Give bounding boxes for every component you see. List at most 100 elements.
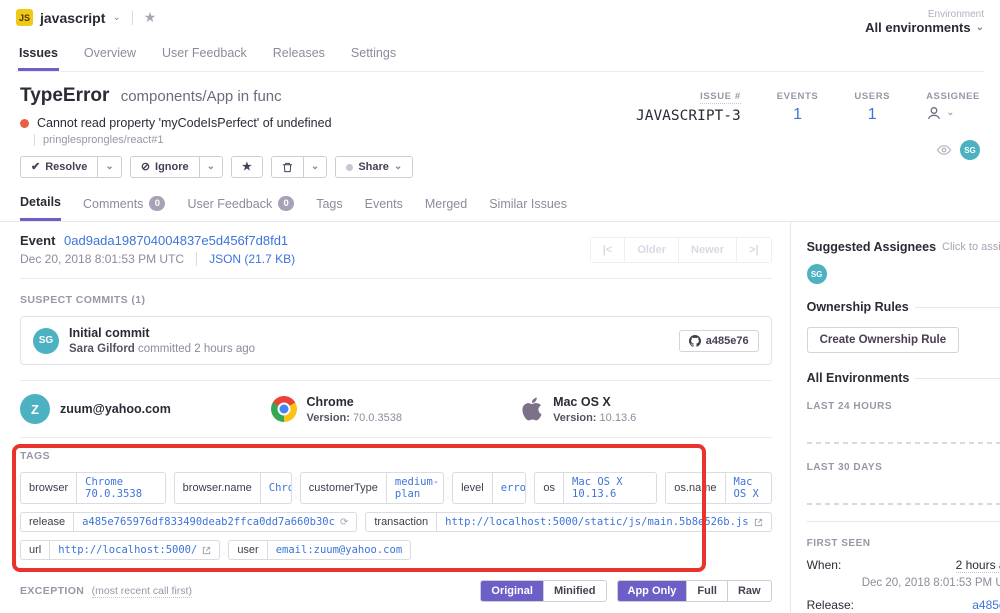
eye-icon xyxy=(936,144,952,156)
first-seen-relative: 2 hours ago xyxy=(956,558,1000,573)
exception-header: EXCEPTION (most recent call first) Origi… xyxy=(20,580,772,602)
pagination-newer-button[interactable]: Newer xyxy=(678,238,736,262)
issue-annotation[interactable]: pringlesprongles/react#1 xyxy=(34,134,413,146)
pagination-older-button[interactable]: Older xyxy=(624,238,678,262)
suggested-assignee-avatar[interactable]: SG xyxy=(807,264,827,284)
delete-button-group: ⌄ xyxy=(271,156,327,178)
toggle-full[interactable]: Full xyxy=(686,581,727,601)
tag-value-link[interactable]: http://localhost:5000/static/js/main.5b8… xyxy=(436,513,770,531)
ban-icon: ⊘ xyxy=(141,162,150,173)
resolve-button[interactable]: ✔ Resolve xyxy=(21,157,97,177)
os-version-label: Version: xyxy=(553,412,596,424)
first-seen-release-link[interactable]: a485e76 xyxy=(972,598,1000,612)
os-version: 10.13.6 xyxy=(600,412,637,424)
nav-tab-user-feedback[interactable]: User Feedback xyxy=(161,42,248,71)
source-toggle-group: Original Minified xyxy=(480,580,606,602)
tag-value-link[interactable]: Chrome xyxy=(260,473,292,503)
toggle-original[interactable]: Original xyxy=(481,581,543,601)
users-count-link[interactable]: 1 xyxy=(854,106,890,124)
tab-tags[interactable]: Tags xyxy=(316,188,342,221)
commit-author-avatar: SG xyxy=(33,328,59,354)
share-button-group: Share ⌄ xyxy=(335,156,413,178)
nav-tab-overview[interactable]: Overview xyxy=(83,42,137,71)
tag-row: browserChrome 70.0.3538 browser.nameChro… xyxy=(20,472,772,504)
tab-events[interactable]: Events xyxy=(365,188,403,221)
tag-value-link[interactable]: medium-plan xyxy=(386,473,444,503)
star-button[interactable]: ★ xyxy=(232,157,262,177)
tag-key: url xyxy=(21,541,49,559)
tag-value-link[interactable]: Mac OS X 10.13.6 xyxy=(563,473,656,503)
resolve-dropdown-button[interactable]: ⌄ xyxy=(97,157,120,177)
delete-button[interactable] xyxy=(272,157,303,177)
tag-key: customerType xyxy=(301,473,386,503)
tab-merged[interactable]: Merged xyxy=(425,188,467,221)
tag-value-link[interactable]: error xyxy=(492,473,527,503)
toggle-minified[interactable]: Minified xyxy=(543,581,606,601)
bookmark-star-icon[interactable]: ★ xyxy=(144,9,157,26)
commit-sha-button[interactable]: a485e76 xyxy=(679,330,759,352)
delete-dropdown-button[interactable]: ⌄ xyxy=(303,157,326,177)
tag-value-link[interactable]: Mac OS X xyxy=(725,473,771,503)
nav-tab-issues[interactable]: Issues xyxy=(18,42,59,71)
ignore-button[interactable]: ⊘ Ignore xyxy=(131,157,199,177)
tag-os-name: os.nameMac OS X xyxy=(665,472,771,504)
events-count-link[interactable]: 1 xyxy=(777,106,819,124)
commit-byline-text: committed 2 hours ago xyxy=(138,343,255,355)
project-selector[interactable]: JS javascript ⌄ ★ xyxy=(16,9,156,26)
divider xyxy=(915,307,1000,308)
first-seen-release-row: Release: a485e76 xyxy=(807,598,1000,612)
tag-value-link[interactable]: Chrome 70.0.3538 xyxy=(76,473,165,503)
issue-message: Cannot read property 'myCodeIsPerfect' o… xyxy=(37,116,332,130)
nav-tab-releases[interactable]: Releases xyxy=(272,42,326,71)
tag-key: user xyxy=(229,541,266,559)
tab-details[interactable]: Details xyxy=(20,188,61,221)
exception-heading-note: (most recent call first) xyxy=(92,585,192,598)
context-os: Mac OS X Version: 10.13.6 xyxy=(521,394,772,424)
event-label: Event xyxy=(20,233,55,248)
create-ownership-rule-button[interactable]: Create Ownership Rule xyxy=(807,327,960,353)
tab-similar-issues[interactable]: Similar Issues xyxy=(489,188,567,221)
resolve-label: Resolve xyxy=(45,161,87,173)
trash-icon xyxy=(282,162,293,173)
tag-value-link[interactable]: a485e765976df833490deab2ffca0dd7a660b30c… xyxy=(73,513,356,531)
tab-comments[interactable]: Comments 0 xyxy=(83,188,165,221)
divider xyxy=(915,378,1000,379)
seen-by-avatar[interactable]: SG xyxy=(960,140,980,160)
tab-user-feedback-label: User Feedback xyxy=(187,197,272,211)
assignee-selector[interactable]: ⌄ xyxy=(926,105,980,121)
issue-detail-tabs: Details Comments 0 User Feedback 0 Tags … xyxy=(0,188,1000,222)
assignee-label: ASSIGNEE xyxy=(926,91,980,102)
nav-tab-settings[interactable]: Settings xyxy=(350,42,397,71)
first-seen-heading: FIRST SEEN xyxy=(807,538,1000,549)
event-json-link[interactable]: JSON (21.7 KB) xyxy=(209,252,295,266)
users-label: USERS xyxy=(854,91,890,102)
sidebar: Suggested Assignees Click to assign SG O… xyxy=(791,222,1000,613)
commit-author-name: Sara Gilford xyxy=(69,343,135,355)
tag-key: transaction xyxy=(366,513,436,531)
tag-release: releasea485e765976df833490deab2ffca0dd7a… xyxy=(20,512,357,532)
tab-user-feedback[interactable]: User Feedback 0 xyxy=(187,188,294,221)
divider xyxy=(807,521,1000,522)
share-button[interactable]: Share ⌄ xyxy=(336,157,412,177)
error-type: TypeError xyxy=(20,85,109,106)
browser-version-label: Version: xyxy=(307,412,350,424)
tag-value-link[interactable]: http://localhost:5000/ xyxy=(49,541,219,559)
tag-value-link[interactable]: email:zuum@yahoo.com xyxy=(267,541,410,559)
event-context-row: Z zuum@yahoo.com Chrome Version: 70.0.35… xyxy=(20,380,772,438)
stat-assignee: ASSIGNEE ⌄ xyxy=(926,88,980,124)
ignore-dropdown-button[interactable]: ⌄ xyxy=(199,157,222,177)
issue-message-row: Cannot read property 'myCodeIsPerfect' o… xyxy=(20,116,413,130)
tags-section: TAGS browserChrome 70.0.3538 browser.nam… xyxy=(20,450,772,564)
pagination-first-button[interactable]: |< xyxy=(591,238,625,262)
chevron-down-icon: ⌄ xyxy=(112,13,120,23)
events-label: EVENTS xyxy=(777,91,819,102)
pagination-last-button[interactable]: >| xyxy=(736,238,771,262)
comments-count-badge: 0 xyxy=(149,196,165,211)
stat-issue-number: ISSUE # JAVASCRIPT-3 xyxy=(636,88,741,124)
release-label: Release: xyxy=(807,598,854,612)
toggle-app-only[interactable]: App Only xyxy=(618,581,687,601)
main-nav: Issues Overview User Feedback Releases S… xyxy=(16,42,984,72)
event-id-link[interactable]: 0ad9ada198704004837e5d456f7d8fd1 xyxy=(64,233,288,248)
environment-selector[interactable]: Environment All environments ⌄ xyxy=(865,9,984,35)
toggle-raw[interactable]: Raw xyxy=(727,581,771,601)
